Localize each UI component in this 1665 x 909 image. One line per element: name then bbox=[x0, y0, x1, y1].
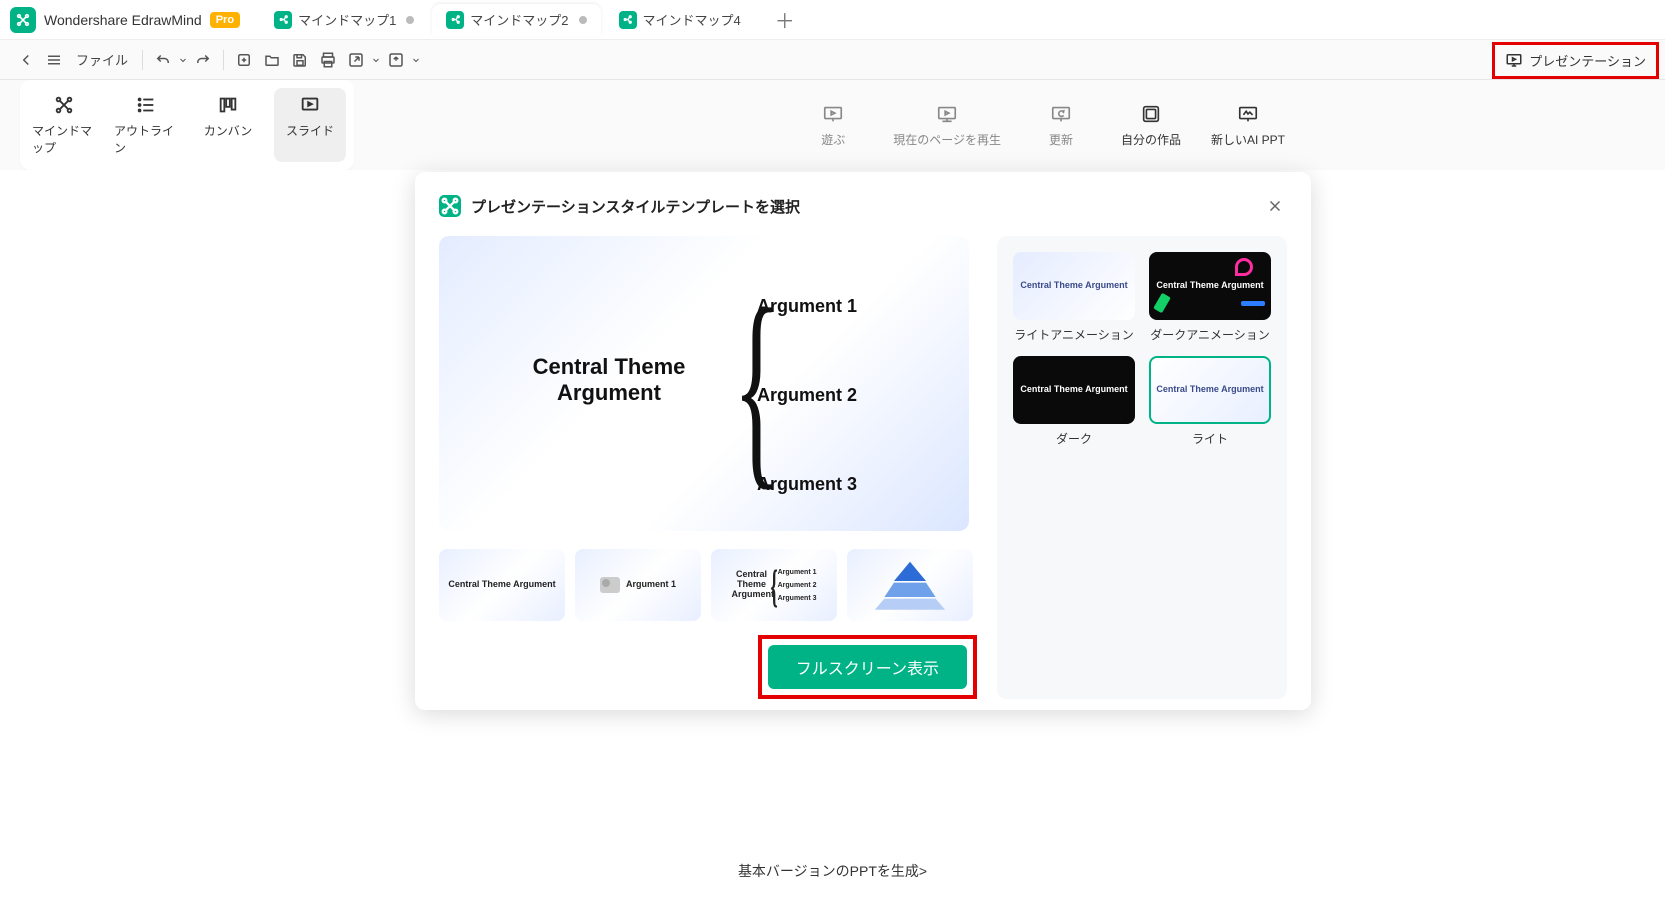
fullscreen-highlight: フルスクリーン表示 bbox=[758, 635, 977, 699]
generate-basic-ppt-link[interactable]: 基本バージョンのPPTを生成> bbox=[738, 861, 927, 881]
preview-main: Central Theme Argument { Argument 1 Argu… bbox=[439, 236, 969, 531]
add-tab-button[interactable]: ＋ bbox=[775, 5, 795, 34]
modal-close-button[interactable] bbox=[1263, 194, 1287, 218]
presentation-button[interactable]: プレゼンテーション bbox=[1497, 47, 1654, 74]
file-menu[interactable]: ファイル bbox=[68, 50, 136, 69]
style-label: ライト bbox=[1192, 432, 1228, 448]
toolbar: ファイル プレゼンテーション bbox=[0, 40, 1665, 80]
view-mindmap[interactable]: マインドマップ bbox=[28, 88, 100, 162]
menu-button[interactable] bbox=[40, 46, 68, 74]
pyramid-icon bbox=[870, 557, 950, 613]
undo-button[interactable] bbox=[149, 46, 177, 74]
modal-title: プレゼンテーションスタイルテンプレートを選択 bbox=[471, 196, 800, 217]
action-refresh[interactable]: 更新 bbox=[1031, 103, 1091, 148]
view-label: アウトライン bbox=[114, 122, 178, 156]
tab-mindmap1[interactable]: マインドマップ1 bbox=[260, 4, 428, 36]
redo-button[interactable] bbox=[189, 46, 217, 74]
share-dropdown[interactable] bbox=[410, 46, 422, 74]
thumb-text: Argument 1 bbox=[626, 580, 676, 590]
preview-arg2: Argument 2 bbox=[757, 385, 857, 406]
print-button[interactable] bbox=[314, 46, 342, 74]
style-light-animation[interactable]: Central Theme Argument ライトアニメーション bbox=[1013, 252, 1135, 344]
presentation-label: プレゼンテーション bbox=[1529, 51, 1646, 70]
style-column: Central Theme Argument ライトアニメーション Centra… bbox=[997, 236, 1287, 699]
title-bar: Wondershare EdrawMind Pro マインドマップ1 マインドマ… bbox=[0, 0, 1665, 40]
view-label: スライド bbox=[286, 122, 334, 139]
action-myworks[interactable]: 自分の作品 bbox=[1121, 103, 1181, 148]
action-play[interactable]: 遊ぶ bbox=[803, 103, 863, 148]
thumb-row: Central Theme Argument Argument 1 Centra… bbox=[439, 549, 977, 621]
back-button[interactable] bbox=[12, 46, 40, 74]
thumb-text: Central Theme Argument bbox=[448, 580, 555, 590]
tab-label: マインドマップ2 bbox=[470, 10, 568, 29]
tab-mindmap2[interactable]: マインドマップ2 bbox=[432, 4, 600, 36]
view-outline[interactable]: アウトライン bbox=[110, 88, 182, 162]
mindmap-icon bbox=[274, 11, 292, 29]
thumb-4[interactable] bbox=[847, 549, 973, 621]
style-label: ダーク bbox=[1056, 432, 1092, 448]
action-label: 遊ぶ bbox=[821, 131, 845, 148]
undo-dropdown[interactable] bbox=[177, 46, 189, 74]
fullscreen-button[interactable]: フルスクリーン表示 bbox=[768, 645, 967, 689]
action-replay[interactable]: 現在のページを再生 bbox=[893, 103, 1001, 148]
brace-icon: { bbox=[771, 559, 778, 612]
view-group: マインドマップ アウトライン カンバン スライド bbox=[20, 80, 354, 170]
tab-strip: マインドマップ1 マインドマップ2 マインドマップ4 ＋ bbox=[260, 0, 795, 39]
image-placeholder-icon bbox=[600, 577, 620, 593]
app-logo bbox=[10, 7, 36, 33]
dirty-indicator-icon bbox=[579, 16, 587, 24]
style-template-modal: プレゼンテーションスタイルテンプレートを選択 Central Theme Arg… bbox=[415, 172, 1311, 710]
view-kanban[interactable]: カンバン bbox=[192, 88, 264, 162]
tab-label: マインドマップ4 bbox=[643, 10, 741, 29]
pro-badge: Pro bbox=[210, 12, 240, 28]
app-logo-icon bbox=[439, 195, 461, 217]
tab-mindmap4[interactable]: マインドマップ4 bbox=[605, 4, 755, 36]
style-dark[interactable]: Central Theme Argument ダーク bbox=[1013, 356, 1135, 448]
action-newai[interactable]: 新しいAI PPT bbox=[1211, 103, 1285, 148]
ribbon: マインドマップ アウトライン カンバン スライド 遊ぶ 現在のページを再生 更新 bbox=[0, 80, 1665, 170]
thumb-2[interactable]: Argument 1 bbox=[575, 549, 701, 621]
mindmap-icon bbox=[446, 11, 464, 29]
style-light[interactable]: Central Theme Argument ライト bbox=[1149, 356, 1271, 448]
thumb-text: Central Theme Argument bbox=[731, 570, 771, 600]
action-label: 更新 bbox=[1049, 131, 1073, 148]
style-label: ダークアニメーション bbox=[1150, 328, 1270, 344]
thumb-3[interactable]: Central Theme Argument { Argument 1 Argu… bbox=[711, 549, 837, 621]
preview-central-text: Central Theme Argument bbox=[529, 354, 689, 407]
action-group: 遊ぶ 現在のページを再生 更新 自分の作品 新しいAI PPT bbox=[803, 103, 1285, 148]
export-button[interactable] bbox=[342, 46, 370, 74]
open-button[interactable] bbox=[258, 46, 286, 74]
view-slide[interactable]: スライド bbox=[274, 88, 346, 162]
export-dropdown[interactable] bbox=[370, 46, 382, 74]
app-name: Wondershare EdrawMind bbox=[44, 12, 202, 28]
action-label: 自分の作品 bbox=[1121, 131, 1181, 148]
action-label: 新しいAI PPT bbox=[1211, 131, 1285, 148]
thumb-1[interactable]: Central Theme Argument bbox=[439, 549, 565, 621]
mindmap-icon bbox=[619, 11, 637, 29]
new-button[interactable] bbox=[230, 46, 258, 74]
tab-label: マインドマップ1 bbox=[298, 10, 396, 29]
view-label: マインドマップ bbox=[32, 122, 96, 156]
save-button[interactable] bbox=[286, 46, 314, 74]
preview-arg3: Argument 3 bbox=[757, 474, 857, 495]
share-button[interactable] bbox=[382, 46, 410, 74]
presentation-highlight: プレゼンテーション bbox=[1492, 42, 1659, 79]
dirty-indicator-icon bbox=[406, 16, 414, 24]
style-dark-animation[interactable]: Central Theme Argument ダークアニメーション bbox=[1149, 252, 1271, 344]
action-label: 現在のページを再生 bbox=[893, 131, 1001, 148]
view-label: カンバン bbox=[204, 122, 253, 139]
preview-arg1: Argument 1 bbox=[757, 296, 857, 317]
style-label: ライトアニメーション bbox=[1014, 328, 1134, 344]
